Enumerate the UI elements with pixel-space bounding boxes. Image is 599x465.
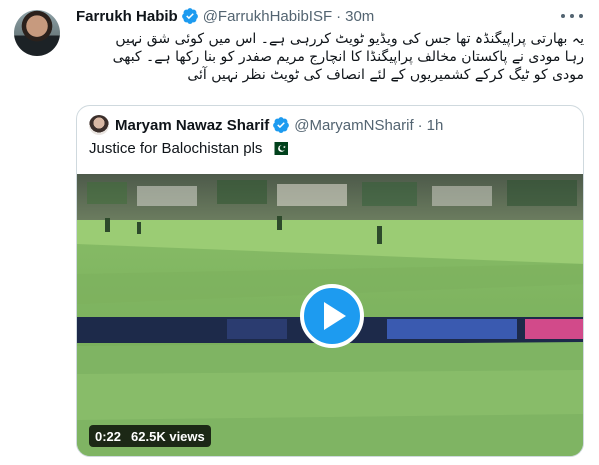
video-views: 62.5K views <box>131 428 205 444</box>
play-button[interactable] <box>300 284 364 348</box>
author-avatar[interactable] <box>14 10 60 56</box>
quoted-tweet-header: Maryam Nawaz Sharif @MaryamNSharif · 1h <box>89 114 443 136</box>
quoted-author-display-name: Maryam Nawaz Sharif <box>115 116 270 134</box>
tweet-text-line: رہا مودی نے پاکستان مخالف پراپیگنڈا کا ا… <box>112 49 584 65</box>
more-horizontal-icon[interactable] <box>561 8 583 24</box>
verified-badge-icon <box>181 8 198 24</box>
quoted-tweet-text: Justice for Balochistan pls <box>89 140 289 157</box>
separator-dot: · <box>417 116 423 134</box>
quoted-text: Justice for Balochistan pls <box>89 140 263 157</box>
author-handle[interactable]: @FarrukhHabibISF <box>203 8 332 25</box>
tweet[interactable]: Farrukh Habib @FarrukhHabibISF · 30m یہ … <box>0 0 599 465</box>
separator-dot: · <box>336 7 342 25</box>
video-duration: 0:22 <box>95 428 122 444</box>
tweet-header: Farrukh Habib @FarrukhHabibISF · 30m <box>76 6 374 26</box>
play-icon <box>324 302 346 330</box>
quoted-author-handle: @MaryamNSharif <box>294 116 414 134</box>
tweet-text-line: یہ بھارتی پراپیگنڈہ تھا جس کی ویڈیو ٹویٹ… <box>115 31 584 47</box>
verified-badge-icon <box>273 117 290 133</box>
quoted-timestamp: 1h <box>426 116 444 134</box>
tweet-text: یہ بھارتی پراپیگنڈہ تھا جس کی ویڈیو ٹویٹ… <box>76 30 584 84</box>
video-info-badge: 0:22 62.5K views <box>89 425 211 447</box>
tweet-timestamp[interactable]: 30m <box>345 8 374 25</box>
author-display-name[interactable]: Farrukh Habib <box>76 8 178 25</box>
video-player[interactable]: 0:22 62.5K views <box>77 174 583 456</box>
quoted-author-avatar <box>89 115 109 135</box>
quoted-tweet[interactable]: Maryam Nawaz Sharif @MaryamNSharif · 1h … <box>76 105 584 457</box>
pakistan-flag-icon <box>270 142 289 155</box>
tweet-text-line: مودی کو ٹیگ کرکے کشمیریوں کے لئے انصاف ک… <box>187 67 584 83</box>
